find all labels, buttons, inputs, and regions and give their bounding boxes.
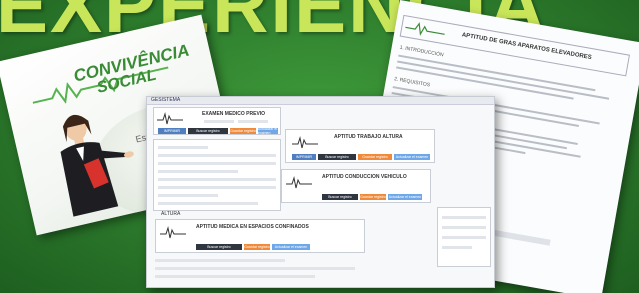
form-field[interactable] [442, 236, 486, 239]
button-row: Buscar registro Guardar registro Actuali… [322, 194, 422, 200]
update-exam-button[interactable]: Actualizar el examen [272, 244, 310, 250]
panel-trabajo-altura: APTITUD TRABAJO ALTURA IMPRIMIR Buscar r… [285, 129, 435, 163]
form-field[interactable] [155, 267, 355, 270]
button-row: IMPRIMIR Buscar registro Guardar registr… [292, 154, 430, 160]
form-field[interactable] [158, 178, 276, 181]
form-area [153, 139, 281, 211]
heartbeat-logo-icon [292, 136, 318, 149]
form-field[interactable] [442, 216, 486, 219]
search-record-button[interactable]: Buscar registro [196, 244, 242, 250]
heartbeat-logo-icon [160, 226, 186, 239]
panel-label: ALTURA [161, 211, 181, 217]
panel-exam-previo: EXAMEN MEDICO PREVIO IMPRIMIR Buscar reg… [153, 107, 281, 135]
form-field[interactable] [158, 170, 238, 173]
document-title: APTITUD DE GRAS APARATOS ELEVADORES [461, 32, 593, 62]
form-field[interactable] [238, 120, 268, 123]
heartbeat-logo-icon [286, 176, 312, 189]
save-record-button[interactable]: Guardar registro [244, 244, 270, 250]
save-record-button[interactable]: Guardar registro [360, 194, 386, 200]
search-record-button[interactable]: Buscar registro [318, 154, 356, 160]
form-field[interactable] [158, 186, 276, 189]
form-field[interactable] [158, 146, 208, 149]
panel-conduccion: APTITUD CONDUCCION VEHICULO Buscar regis… [281, 169, 431, 203]
form-field[interactable] [442, 246, 472, 249]
save-record-button[interactable]: Guardar registro [358, 154, 392, 160]
form-field[interactable] [442, 226, 486, 229]
search-record-button[interactable]: Buscar registro [322, 194, 358, 200]
print-button[interactable]: IMPRIMIR [158, 128, 186, 134]
form-field[interactable] [158, 194, 218, 197]
panel-title: APTITUD CONDUCCION VEHICULO [322, 174, 407, 180]
panel-title: EXAMEN MEDICO PREVIO [202, 111, 266, 117]
app-screenshot-card: GESISTEMA EXAMEN MEDICO PREVIO IMPRIMIR … [146, 96, 495, 288]
heartbeat-logo-icon [157, 112, 183, 125]
form-field[interactable] [155, 259, 285, 262]
form-field[interactable] [204, 120, 234, 123]
print-button[interactable]: IMPRIMIR [292, 154, 316, 160]
update-exam-button[interactable]: Actualizar el examen [258, 127, 278, 135]
form-field[interactable] [155, 275, 315, 278]
panel-title: APTITUD MEDICA EN ESPACIOS CONFINADOS [196, 224, 309, 230]
panel-espacios-confinados: APTITUD MEDICA EN ESPACIOS CONFINADOS Bu… [155, 219, 365, 253]
app-topbar: GESISTEMA [147, 97, 494, 105]
form-field[interactable] [158, 162, 276, 165]
form-field[interactable] [158, 202, 258, 205]
app-name: GESISTEMA [151, 97, 181, 103]
button-row: IMPRIMIR Buscar registro Guardar registr… [158, 127, 278, 135]
button-row: Buscar registro Guardar registro Actuali… [196, 244, 310, 250]
save-record-button[interactable]: Guardar registro [230, 128, 256, 134]
panel-title: APTITUD TRABAJO ALTURA [334, 134, 403, 140]
form-field[interactable] [158, 154, 276, 157]
heartbeat-logo-icon [405, 22, 445, 36]
update-exam-button[interactable]: Actualizar el examen [394, 154, 430, 160]
search-record-button[interactable]: Buscar registro [188, 128, 228, 134]
update-exam-button[interactable]: Actualizar el examen [388, 194, 422, 200]
form-area-right [437, 207, 491, 267]
